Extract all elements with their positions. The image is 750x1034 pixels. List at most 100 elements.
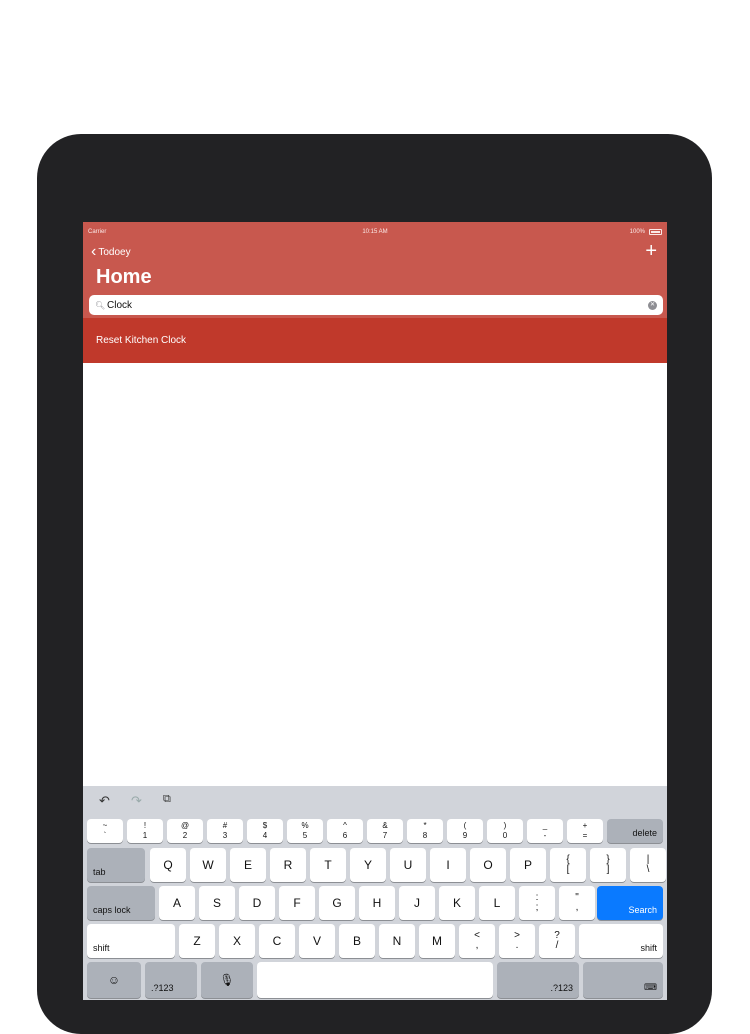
- key-label: .?123: [151, 983, 174, 993]
- space-key[interactable]: [257, 962, 493, 998]
- dismiss-keyboard-key[interactable]: ⌨: [583, 962, 663, 998]
- key-4[interactable]: $4: [247, 819, 283, 843]
- key-=[interactable]: + =: [567, 819, 603, 843]
- key-bottom-label: ,: [475, 940, 479, 951]
- shift-right-key[interactable]: shift: [579, 924, 663, 958]
- key-sym[interactable]: <,: [459, 924, 495, 958]
- redo-icon[interactable]: ↷: [131, 793, 142, 809]
- search-key[interactable]: Search: [597, 886, 663, 920]
- key-bottom-label: 8: [422, 831, 428, 840]
- key-top-label: #: [222, 821, 228, 830]
- key-label: Search: [628, 905, 657, 915]
- key-6[interactable]: ^ 6: [327, 819, 363, 843]
- key-9[interactable]: (9: [447, 819, 483, 843]
- key-label: shift: [93, 943, 110, 953]
- undo-icon[interactable]: ↶: [99, 793, 110, 809]
- mic-key[interactable]: 🎙: [201, 962, 253, 998]
- numbers-key-right[interactable]: .?123: [497, 962, 579, 998]
- key-g[interactable]: G: [319, 886, 355, 920]
- key-8[interactable]: * 8: [407, 819, 443, 843]
- key-q[interactable]: Q: [150, 848, 186, 882]
- key-sym[interactable]: >.: [499, 924, 535, 958]
- key-p[interactable]: P: [510, 848, 546, 882]
- key-top-label: @: [180, 821, 190, 830]
- battery-icon: [649, 229, 662, 235]
- key-sym[interactable]: {[: [550, 848, 586, 882]
- search-icon: 🔍︎: [95, 300, 106, 310]
- key-7[interactable]: & 7: [367, 819, 403, 843]
- numbers-key-left[interactable]: .?123: [145, 962, 197, 998]
- key-bottom-label: 6: [342, 831, 348, 840]
- key-sym[interactable]: }]: [590, 848, 626, 882]
- search-bar[interactable]: 🔍︎ ✕: [89, 295, 663, 315]
- key-z[interactable]: Z: [179, 924, 215, 958]
- key-top-label: ): [503, 821, 507, 830]
- key-bottom-label: \: [646, 864, 650, 875]
- status-bar: Carrier 10:15 AM 100%: [83, 222, 667, 240]
- key-top-label: +: [582, 821, 588, 830]
- key-bottom-label: 9: [462, 831, 468, 840]
- back-button[interactable]: ‹ Todoey: [91, 244, 131, 260]
- add-button[interactable]: +: [645, 240, 657, 263]
- tab-key[interactable]: tab: [87, 848, 145, 882]
- key-n[interactable]: N: [379, 924, 415, 958]
- key-bottom-label: [: [566, 864, 570, 875]
- paste-icon[interactable]: ⧉: [163, 793, 171, 806]
- key-bottom-label: 3: [222, 831, 228, 840]
- key-bottom-label: ,: [575, 902, 579, 913]
- key-k[interactable]: K: [439, 886, 475, 920]
- clear-icon[interactable]: ✕: [648, 300, 657, 310]
- key-top-label: _: [542, 821, 548, 830]
- key-f[interactable]: F: [279, 886, 315, 920]
- key-t[interactable]: T: [310, 848, 346, 882]
- key-bottom-label: .: [515, 940, 519, 951]
- key-s[interactable]: S: [199, 886, 235, 920]
- key-c[interactable]: C: [259, 924, 295, 958]
- key-bottom-label: -: [543, 831, 547, 840]
- key-top-label: *: [423, 821, 427, 830]
- key-bottom-label: 4: [262, 831, 268, 840]
- list-item[interactable]: Reset Kitchen Clock: [83, 318, 667, 363]
- key-o[interactable]: O: [470, 848, 506, 882]
- key-i[interactable]: I: [430, 848, 466, 882]
- search-input[interactable]: [107, 296, 648, 314]
- nav-header: Carrier 10:15 AM 100% ‹ Todoey + Home 🔍︎…: [83, 222, 667, 363]
- key-label: .?123: [550, 983, 573, 993]
- key-bottom-label: 5: [302, 831, 308, 840]
- key-sym[interactable]: ",: [559, 886, 595, 920]
- key-0[interactable]: ) 0: [487, 819, 523, 843]
- key-1[interactable]: ! 1: [127, 819, 163, 843]
- key-a[interactable]: A: [159, 886, 195, 920]
- key-top-label: !: [143, 821, 147, 830]
- key-y[interactable]: Y: [350, 848, 386, 882]
- key-j[interactable]: J: [399, 886, 435, 920]
- key-sym[interactable]: ? /: [539, 924, 575, 958]
- key-e[interactable]: E: [230, 848, 266, 882]
- key-bottom-label: `: [103, 831, 107, 840]
- key-5[interactable]: % 5: [287, 819, 323, 843]
- key-l[interactable]: L: [479, 886, 515, 920]
- key-label: ⌨: [644, 982, 657, 992]
- emoji-key[interactable]: ☺: [87, 962, 141, 998]
- key-bottom-label: 1: [142, 831, 148, 840]
- key-w[interactable]: W: [190, 848, 226, 882]
- key-m[interactable]: M: [419, 924, 455, 958]
- key-d[interactable]: D: [239, 886, 275, 920]
- shift-left-key[interactable]: shift: [87, 924, 175, 958]
- key-u[interactable]: U: [390, 848, 426, 882]
- keyboard-shortcut-bar: ↶ ↷ ⧉: [83, 786, 667, 816]
- key-sym[interactable]: :;: [519, 886, 555, 920]
- key-`[interactable]: ~ `: [87, 819, 123, 843]
- key-b[interactable]: B: [339, 924, 375, 958]
- key--[interactable]: _ -: [527, 819, 563, 843]
- delete-key[interactable]: delete: [607, 819, 663, 843]
- key-h[interactable]: H: [359, 886, 395, 920]
- key-r[interactable]: R: [270, 848, 306, 882]
- key-x[interactable]: X: [219, 924, 255, 958]
- chevron-left-icon: ‹: [91, 243, 97, 260]
- key-v[interactable]: V: [299, 924, 335, 958]
- caps-lock-key[interactable]: caps lock: [87, 886, 155, 920]
- key-2[interactable]: @2: [167, 819, 203, 843]
- key-sym[interactable]: | \: [630, 848, 666, 882]
- key-3[interactable]: #3: [207, 819, 243, 843]
